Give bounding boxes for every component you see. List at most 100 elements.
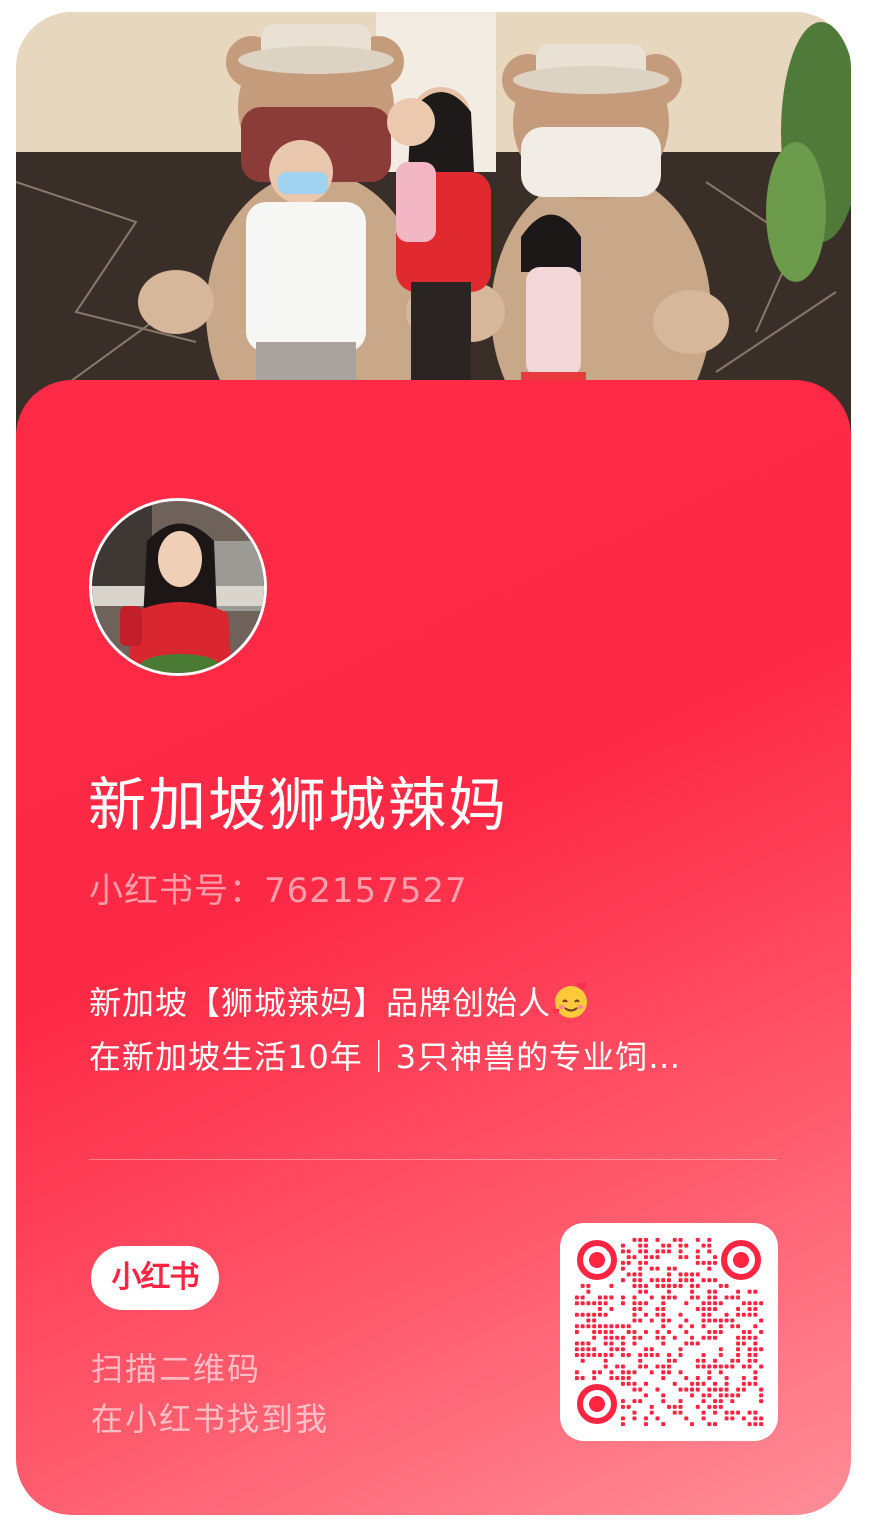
qr-module	[620, 1260, 625, 1265]
qr-module	[609, 1347, 614, 1352]
qr-module	[713, 1422, 718, 1427]
qr-module	[649, 1318, 654, 1323]
qr-module	[684, 1255, 689, 1260]
qr-module	[707, 1266, 712, 1271]
qr-module	[638, 1283, 643, 1288]
qr-module	[632, 1335, 637, 1340]
qr-module	[638, 1278, 643, 1283]
qr-module	[690, 1335, 695, 1340]
qr-module	[713, 1295, 718, 1300]
qr-module	[620, 1364, 625, 1369]
qr-module	[678, 1324, 683, 1329]
qr-module	[620, 1243, 625, 1248]
qr-module	[609, 1341, 614, 1346]
qr-module	[620, 1381, 625, 1386]
qr-module	[592, 1324, 597, 1329]
redbook-id-label: 小红书号：	[89, 871, 264, 911]
qr-module	[609, 1306, 614, 1311]
qr-module	[626, 1260, 631, 1265]
qr-module	[580, 1347, 585, 1352]
qr-module	[603, 1324, 608, 1329]
qr-module	[580, 1295, 585, 1300]
qr-module	[701, 1301, 706, 1306]
qr-module	[655, 1278, 660, 1283]
qr-module	[759, 1347, 764, 1352]
qr-module	[597, 1370, 602, 1375]
qr-code[interactable]	[560, 1223, 778, 1441]
qr-module	[626, 1370, 631, 1375]
qr-module	[580, 1358, 585, 1363]
qr-module	[741, 1301, 746, 1306]
qr-finder-dot	[733, 1252, 749, 1268]
qr-module	[638, 1364, 643, 1369]
qr-module	[695, 1387, 700, 1392]
qr-module	[684, 1318, 689, 1323]
qr-module	[574, 1301, 579, 1306]
qr-module	[620, 1266, 625, 1271]
qr-module	[707, 1301, 712, 1306]
qr-module	[672, 1358, 677, 1363]
qr-module	[638, 1272, 643, 1277]
qr-module	[678, 1278, 683, 1283]
qr-module	[655, 1255, 660, 1260]
qr-module	[666, 1289, 672, 1294]
qr-module	[661, 1249, 666, 1254]
qr-module	[580, 1283, 585, 1288]
qr-module	[609, 1295, 614, 1300]
qr-module	[684, 1376, 689, 1381]
qr-module	[707, 1249, 712, 1254]
qr-module	[586, 1347, 591, 1352]
qr-module	[678, 1255, 683, 1260]
qr-finder-dot	[589, 1396, 605, 1412]
qr-module	[759, 1393, 764, 1398]
qr-module	[603, 1353, 608, 1358]
qr-module	[626, 1272, 631, 1277]
qr-module	[643, 1237, 648, 1242]
qr-module	[597, 1295, 602, 1300]
qr-module	[615, 1324, 620, 1329]
smiling-face-with-hearts-icon	[552, 982, 588, 1018]
qr-module	[643, 1260, 648, 1265]
qr-module	[741, 1364, 746, 1369]
qr-module	[649, 1266, 654, 1271]
qr-module	[690, 1283, 695, 1288]
qr-module	[586, 1324, 591, 1329]
qr-module	[759, 1329, 764, 1335]
qr-module	[609, 1329, 614, 1335]
qr-module	[690, 1278, 695, 1283]
qr-module	[615, 1364, 620, 1369]
qr-module	[695, 1341, 700, 1346]
qr-module	[661, 1301, 666, 1306]
bio-line-2: 在新加坡生活10年｜3只神兽的专业饲…	[89, 1038, 682, 1076]
qr-module	[713, 1358, 718, 1363]
qr-module	[707, 1289, 712, 1294]
qr-module	[736, 1324, 741, 1329]
qr-module	[701, 1393, 706, 1398]
qr-module	[713, 1318, 718, 1323]
qr-module	[638, 1358, 643, 1363]
qr-module	[707, 1237, 712, 1242]
qr-module	[603, 1295, 608, 1300]
qr-module	[661, 1306, 666, 1311]
qr-module	[684, 1272, 689, 1277]
qr-module	[655, 1387, 660, 1392]
qr-module	[713, 1335, 718, 1340]
qr-module	[586, 1301, 591, 1306]
profile-bio: 新加坡【狮城辣妈】品牌创始人 在新加坡生活10年｜3只神兽的专业饲…	[89, 976, 789, 1084]
redbook-id: 小红书号：762157527	[89, 863, 468, 912]
qr-module	[643, 1381, 648, 1386]
qr-module	[580, 1376, 585, 1381]
qr-module	[741, 1387, 746, 1392]
qr-module	[713, 1301, 718, 1306]
qr-module	[724, 1381, 729, 1386]
qr-module	[736, 1341, 741, 1346]
qr-module	[678, 1353, 683, 1358]
qr-module	[643, 1393, 648, 1398]
qr-module	[620, 1341, 625, 1346]
qr-module	[707, 1295, 712, 1300]
qr-module	[620, 1335, 625, 1340]
qr-module	[597, 1353, 602, 1358]
qr-module	[580, 1341, 585, 1346]
qr-module	[666, 1249, 672, 1254]
qr-module	[626, 1353, 631, 1358]
